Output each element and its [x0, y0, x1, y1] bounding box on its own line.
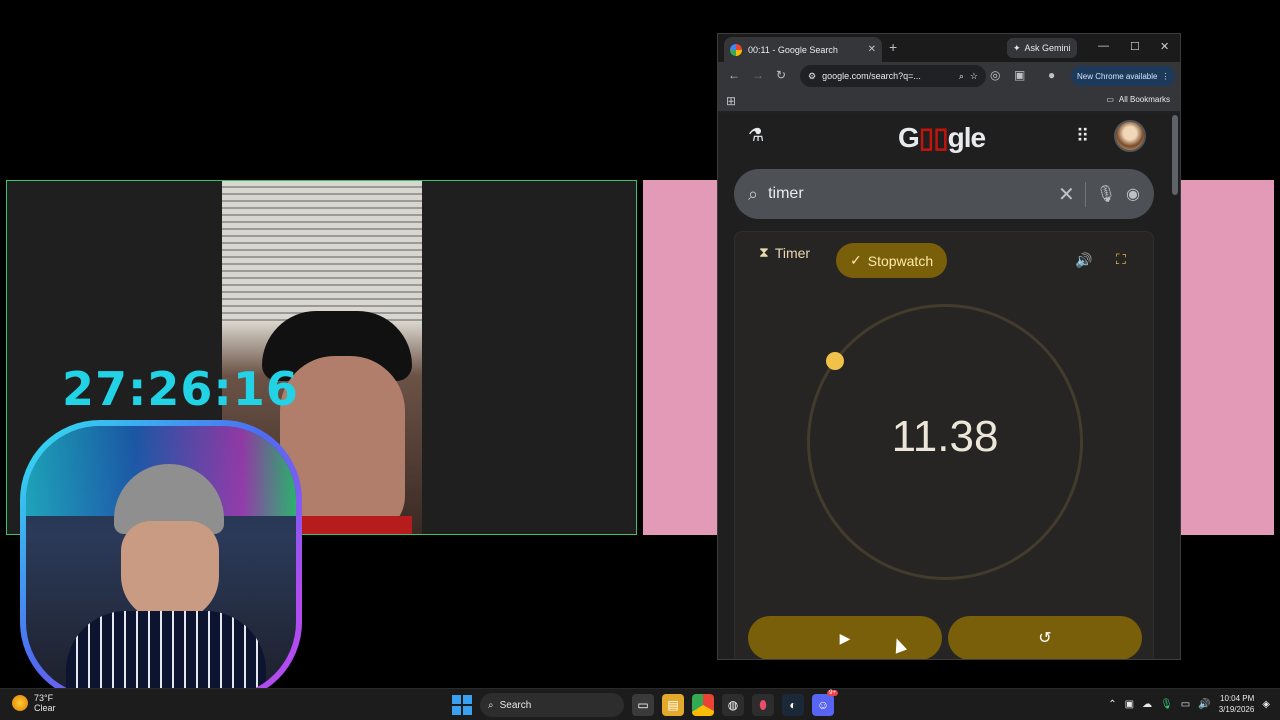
- tab-title: 00:11 - Google Search: [748, 44, 838, 55]
- app-circle-icon[interactable]: ◍: [722, 694, 744, 716]
- google-favicon-icon: [730, 43, 742, 56]
- site-info-icon[interactable]: ⚙: [808, 71, 816, 82]
- window-blinds: [222, 181, 422, 321]
- stopwatch-time: 11.38: [891, 412, 999, 461]
- streamer-sweater: [66, 611, 266, 696]
- apps-grid-icon[interactable]: ⊞: [726, 94, 736, 108]
- taskbar-search-icon: ⌕: [488, 699, 494, 711]
- kebab-menu-icon[interactable]: ⋮: [1161, 72, 1169, 81]
- chrome-taskbar-icon[interactable]: [692, 694, 714, 716]
- search-icon: ⌕: [748, 183, 759, 204]
- ask-gemini-label: Ask Gemini: [1024, 43, 1071, 53]
- bookmark-star-icon[interactable]: ☆: [970, 71, 978, 82]
- search-input[interactable]: timer: [768, 185, 1048, 203]
- webcam-feed: [26, 426, 296, 696]
- profile-icon[interactable]: ●: [1048, 68, 1055, 82]
- address-text: google.com/search?q=...: [822, 71, 921, 81]
- logo-doodle-oo: ▯▯: [918, 122, 949, 153]
- new-chrome-available-button[interactable]: New Chrome available ⋮: [1071, 66, 1176, 86]
- start-button[interactable]: ▶: [748, 616, 942, 659]
- all-bookmarks-button[interactable]: ▭ All Bookmarks: [1106, 95, 1170, 104]
- taskbar-apps: ⌕ Search ▭ ▤ ◍ ⬮ ◐ ☺ 9+: [452, 690, 838, 717]
- reset-icon: ↺: [1038, 630, 1052, 647]
- zoom-icon[interactable]: ⌕: [959, 71, 964, 82]
- stopwatch-progress-dot: [826, 352, 844, 370]
- logo-letters-gle: gle: [947, 122, 986, 153]
- page-content: ⚗ G▯▯gle ⠿ ⌕ timer ✕ 🎙 ◉ ⧗ Timer ✓ Stopw…: [718, 113, 1180, 659]
- weather-widget[interactable]: 73°F Clear: [12, 693, 56, 713]
- discord-icon[interactable]: ☺ 9+: [812, 690, 838, 716]
- address-bar[interactable]: ⚙ google.com/search?q=... ⌕ ☆: [800, 65, 986, 87]
- maximize-icon[interactable]: ☐: [1130, 40, 1140, 53]
- all-bookmarks-label: All Bookmarks: [1118, 95, 1170, 104]
- webcam-overlay: [20, 420, 302, 702]
- reload-icon[interactable]: ↻: [776, 68, 786, 82]
- incognito-icon[interactable]: ◎: [990, 68, 1000, 82]
- logo-letter-g: G: [898, 122, 920, 153]
- clear-search-icon[interactable]: ✕: [1058, 181, 1086, 207]
- chevron-up-icon[interactable]: ⌃: [1108, 699, 1116, 710]
- new-tab-button[interactable]: +: [889, 39, 897, 55]
- close-tab-icon[interactable]: ✕: [868, 44, 876, 55]
- new-chrome-label: New Chrome available: [1077, 71, 1158, 81]
- google-search-box[interactable]: ⌕ timer ✕ 🎙 ◉: [734, 169, 1154, 219]
- folder-icon: ▭: [1106, 95, 1114, 104]
- microphone-tray-icon[interactable]: 🎙: [1160, 699, 1173, 710]
- tray-cloud-icon[interactable]: ☁: [1142, 699, 1152, 710]
- tab-timer-label: Timer: [774, 244, 811, 261]
- streamer-face: [121, 521, 219, 621]
- tray-app-icon[interactable]: ▣: [1125, 699, 1134, 710]
- page-scrollbar[interactable]: [1172, 115, 1178, 195]
- clock-time: 10:04 PM: [1220, 694, 1255, 703]
- clock-date: 3/19/2026: [1218, 705, 1255, 714]
- reset-button[interactable]: ↺: [948, 616, 1142, 659]
- notification-bell-icon[interactable]: ◈: [1262, 699, 1270, 710]
- volume-icon[interactable]: 🔊: [1198, 699, 1210, 710]
- browser-toolbar: ← → ↻ ⚙ google.com/search?q=... ⌕ ☆ ◎ ▣ …: [718, 62, 1180, 90]
- taskbar-search[interactable]: ⌕ Search: [480, 693, 624, 717]
- tab-strip: 00:11 - Google Search ✕ + ✦ Ask Gemini —…: [718, 34, 1180, 62]
- forward-arrow-icon[interactable]: →: [752, 68, 764, 82]
- map-pin-icon[interactable]: ⬮: [752, 694, 774, 716]
- taskbar-clock[interactable]: 10:04 PM 3/19/2026: [1219, 693, 1255, 715]
- microphone-icon[interactable]: 🎙: [1096, 184, 1116, 204]
- close-window-icon[interactable]: ✕: [1160, 40, 1169, 53]
- play-icon: ▶: [839, 629, 851, 646]
- labs-flask-icon[interactable]: ⚗: [748, 125, 764, 146]
- desktop: 27:26:16 00:11 - Google Search ✕ + ✦ Ask…: [0, 0, 1280, 720]
- windows-taskbar: 73°F Clear ⌕ Search ▭ ▤ ◍ ⬮ ◐ ☺ 9+ ⌃ ▣ ☁ …: [0, 688, 1280, 720]
- hourglass-icon: ⧗: [759, 244, 769, 260]
- file-explorer-icon[interactable]: ▤: [662, 694, 684, 716]
- google-lens-icon[interactable]: ◉: [1126, 184, 1140, 204]
- google-apps-icon[interactable]: ⠿: [1076, 126, 1089, 147]
- weather-temp: 73°F: [34, 693, 54, 703]
- bookmarks-bar: ⊞ ▭ All Bookmarks: [718, 90, 1180, 112]
- discord-badge: 9+: [827, 690, 838, 696]
- stopwatch-card: ⧗ Timer ✓ Stopwatch 🔊 ⛶ 11.38 ▶ ↺: [734, 231, 1154, 659]
- task-view-icon[interactable]: ▭: [632, 694, 654, 716]
- network-icon[interactable]: ▭: [1181, 699, 1190, 710]
- sidebar-icon[interactable]: ▣: [1014, 68, 1025, 82]
- ask-gemini-button[interactable]: ✦ Ask Gemini: [1007, 38, 1077, 58]
- start-button-icon[interactable]: [452, 695, 472, 715]
- back-arrow-icon[interactable]: ←: [728, 68, 740, 82]
- fullscreen-icon[interactable]: ⛶: [1116, 251, 1126, 268]
- weather-sun-icon: [12, 695, 28, 711]
- tab-timer[interactable]: ⧗ Timer: [759, 244, 810, 261]
- tab-stopwatch[interactable]: ✓ Stopwatch: [836, 243, 948, 278]
- weather-desc: Clear: [34, 703, 56, 713]
- tab-stopwatch-label: Stopwatch: [867, 252, 934, 269]
- elapsed-clock-overlay: 27:26:16: [62, 362, 299, 416]
- steam-icon[interactable]: ◐: [782, 694, 804, 716]
- browser-tab[interactable]: 00:11 - Google Search ✕: [724, 37, 882, 62]
- google-doodle-logo[interactable]: G▯▯gle: [898, 121, 986, 154]
- minimize-icon[interactable]: —: [1098, 40, 1109, 52]
- system-tray: ⌃ ▣ ☁ 🎙 ▭ 🔊 10:04 PM 3/19/2026 ◈: [1108, 693, 1270, 715]
- account-avatar[interactable]: [1114, 120, 1146, 152]
- chrome-window: 00:11 - Google Search ✕ + ✦ Ask Gemini —…: [717, 33, 1181, 660]
- sound-icon[interactable]: 🔊: [1075, 252, 1092, 269]
- taskbar-search-label: Search: [499, 699, 532, 711]
- checkmark-icon: ✓: [850, 252, 862, 268]
- gemini-sparkle-icon: ✦: [1013, 42, 1021, 53]
